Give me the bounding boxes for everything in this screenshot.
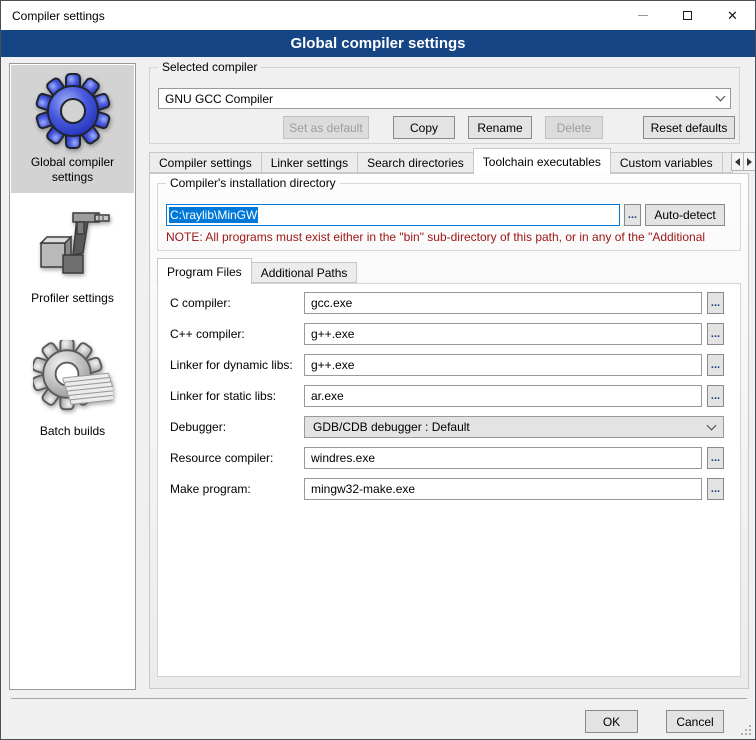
- rename-button[interactable]: Rename: [468, 116, 532, 139]
- chevron-down-icon: [716, 92, 726, 102]
- installation-directory-value: C:\raylib\MinGW: [169, 207, 258, 223]
- debugger-label: Debugger:: [170, 416, 226, 438]
- sidebar-item-profiler-settings[interactable]: Profiler settings: [10, 207, 135, 306]
- programs-tab-bar: Program Files Additional Paths: [157, 258, 356, 284]
- selected-compiler-group-label: Selected compiler: [158, 60, 261, 74]
- make-program-label: Make program:: [170, 478, 251, 500]
- tab-scroll-right-button[interactable]: [743, 152, 756, 171]
- sidebar-item-label: Global compiler settings: [13, 155, 132, 185]
- maximize-icon: [683, 11, 692, 20]
- sidebar-item-label: Profiler settings: [31, 291, 114, 306]
- compiler-settings-dialog: Compiler settings ✕ Global compiler sett…: [0, 0, 756, 740]
- minimize-button[interactable]: [620, 1, 665, 30]
- debugger-value: GDB/CDB debugger : Default: [313, 420, 708, 434]
- tab-toolchain-executables[interactable]: Toolchain executables: [473, 148, 611, 174]
- arrow-right-icon: [747, 158, 752, 166]
- cpp-compiler-browse-button[interactable]: ...: [707, 323, 724, 345]
- resource-compiler-label: Resource compiler:: [170, 447, 273, 469]
- ok-button[interactable]: OK: [585, 710, 638, 733]
- cpp-compiler-input[interactable]: [304, 323, 702, 345]
- caliper-icon: [33, 207, 113, 287]
- debugger-dropdown[interactable]: GDB/CDB debugger : Default: [304, 416, 724, 438]
- cpp-compiler-label: C++ compiler:: [170, 323, 245, 345]
- compiler-select-value: GNU GCC Compiler: [165, 92, 717, 106]
- gray-gear-papers-icon: [33, 340, 113, 420]
- dynamic-linker-input[interactable]: [304, 354, 702, 376]
- toolchain-executables-panel: Compiler's installation directory C:\ray…: [149, 173, 749, 689]
- settings-category-list: Global compiler settings Profiler settin…: [9, 63, 136, 690]
- c-compiler-input[interactable]: [304, 292, 702, 314]
- sidebar-item-batch-builds[interactable]: Batch builds: [10, 340, 135, 439]
- tab-linker-settings[interactable]: Linker settings: [261, 152, 358, 173]
- tab-search-directories[interactable]: Search directories: [357, 152, 474, 173]
- c-compiler-label: C compiler:: [170, 292, 231, 314]
- c-compiler-browse-button[interactable]: ...: [707, 292, 724, 314]
- dynamic-linker-label: Linker for dynamic libs:: [170, 354, 293, 376]
- reset-defaults-button[interactable]: Reset defaults: [643, 116, 735, 139]
- blue-gear-icon: [33, 71, 113, 151]
- tab-compiler-settings[interactable]: Compiler settings: [149, 152, 262, 173]
- close-button[interactable]: ✕: [710, 1, 755, 30]
- set-as-default-button[interactable]: Set as default: [283, 116, 369, 139]
- chevron-down-icon: [707, 420, 717, 430]
- copy-button[interactable]: Copy: [393, 116, 455, 139]
- tab-custom-variables[interactable]: Custom variables: [610, 152, 723, 173]
- page-title: Global compiler settings: [1, 30, 755, 57]
- settings-tab-bar: Compiler settings Linker settings Search…: [149, 148, 749, 174]
- static-linker-browse-button[interactable]: ...: [707, 385, 724, 407]
- resource-compiler-input[interactable]: [304, 447, 702, 469]
- dynamic-linker-browse-button[interactable]: ...: [707, 354, 724, 376]
- sidebar-item-label: Batch builds: [40, 424, 105, 439]
- program-files-panel: C compiler: ... C++ compiler: ... Linker…: [157, 283, 741, 677]
- footer-divider: [11, 698, 747, 699]
- static-linker-label: Linker for static libs:: [170, 385, 276, 407]
- make-program-browse-button[interactable]: ...: [707, 478, 724, 500]
- make-program-input[interactable]: [304, 478, 702, 500]
- installation-directory-group: Compiler's installation directory C:\ray…: [157, 183, 741, 251]
- auto-detect-button[interactable]: Auto-detect: [645, 204, 725, 226]
- browse-directory-button[interactable]: ...: [624, 204, 641, 226]
- selected-compiler-group: Selected compiler GNU GCC Compiler Set a…: [149, 67, 740, 144]
- sidebar-item-global-compiler-settings[interactable]: Global compiler settings: [11, 65, 134, 193]
- cancel-button[interactable]: Cancel: [666, 710, 724, 733]
- tab-program-files[interactable]: Program Files: [157, 258, 252, 284]
- installation-directory-group-label: Compiler's installation directory: [166, 176, 340, 190]
- installation-directory-input[interactable]: C:\raylib\MinGW: [166, 204, 620, 226]
- delete-button[interactable]: Delete: [545, 116, 603, 139]
- tab-additional-paths[interactable]: Additional Paths: [251, 262, 358, 283]
- compiler-select-dropdown[interactable]: GNU GCC Compiler: [158, 88, 731, 109]
- static-linker-input[interactable]: [304, 385, 702, 407]
- arrow-left-icon: [735, 158, 740, 166]
- maximize-button[interactable]: [665, 1, 710, 30]
- minimize-icon: [638, 15, 648, 16]
- window-title: Compiler settings: [1, 9, 620, 23]
- title-bar[interactable]: Compiler settings ✕: [1, 1, 755, 30]
- close-icon: ✕: [727, 9, 738, 22]
- resource-compiler-browse-button[interactable]: ...: [707, 447, 724, 469]
- resize-grip[interactable]: [741, 725, 752, 736]
- bin-subdirectory-note: NOTE: All programs must exist either in …: [166, 230, 738, 244]
